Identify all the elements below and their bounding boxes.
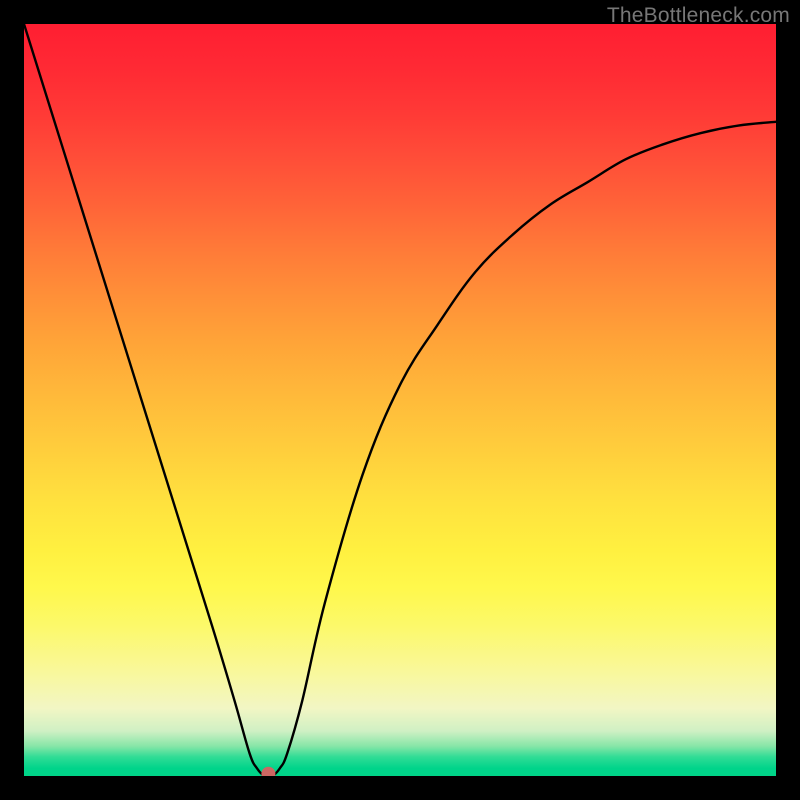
- plot-area: [24, 24, 776, 776]
- curve-layer: [24, 24, 776, 776]
- chart-frame: TheBottleneck.com: [0, 0, 800, 800]
- bottleneck-curve: [24, 24, 776, 776]
- minimum-marker: [261, 767, 275, 776]
